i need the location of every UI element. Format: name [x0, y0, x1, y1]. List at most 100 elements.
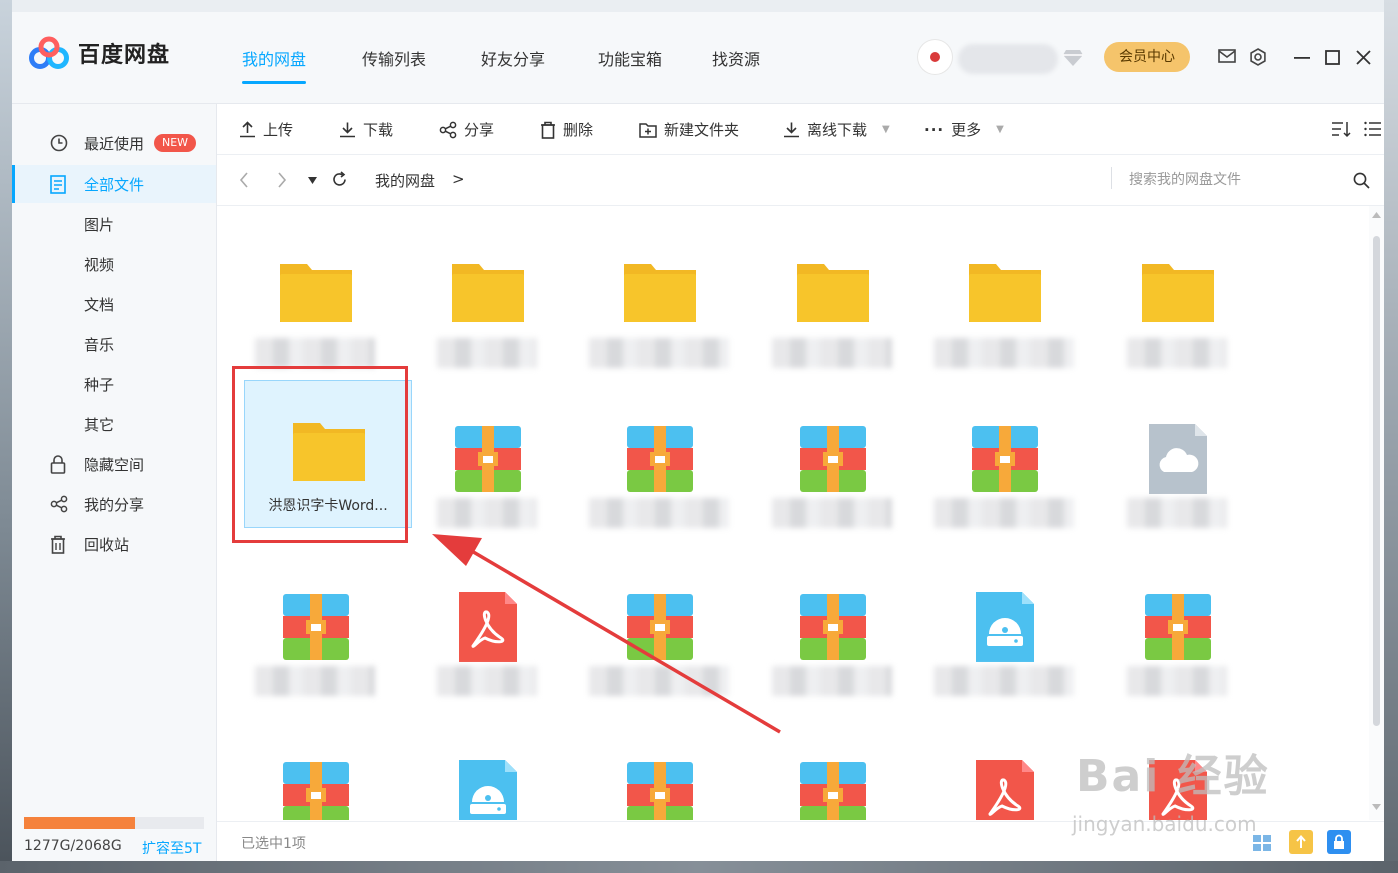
disc-file-item[interactable] [404, 726, 570, 820]
folder-file-item[interactable] [576, 222, 742, 372]
path-bar: 我的网盘 > [217, 155, 1384, 206]
file-name-blurred [1127, 338, 1227, 368]
sidebar-item-my-shares[interactable]: 我的分享 [12, 485, 216, 523]
pdf-file-item[interactable] [404, 558, 570, 708]
history-dropdown-icon[interactable] [308, 177, 317, 184]
share-button[interactable]: 分享 [439, 119, 494, 140]
baidu-netdisk-window: 百度网盘 我的网盘 传输列表 好友分享 功能宝箱 找资源 会员中心 最近使用 N… [12, 12, 1384, 861]
file-name-blurred [934, 498, 1074, 528]
archive-file-item[interactable] [576, 726, 742, 820]
archive-file-item[interactable] [404, 390, 570, 540]
sidebar-item-recent[interactable]: 最近使用 NEW [12, 124, 216, 162]
archive-file-item[interactable] [749, 390, 915, 540]
sidebar-item-music[interactable]: 音乐 [12, 325, 216, 363]
search-icon[interactable] [1353, 172, 1370, 189]
sidebar-item-all-files[interactable]: 全部文件 [12, 165, 216, 203]
upload-task-icon[interactable] [1289, 830, 1313, 854]
sidebar-item-label: 音乐 [84, 335, 115, 354]
archive-icon [966, 420, 1044, 498]
folder-icon [794, 252, 872, 330]
sort-icon[interactable] [1331, 121, 1351, 138]
minimize-icon[interactable] [1294, 56, 1310, 60]
sidebar-item-torrents[interactable]: 种子 [12, 365, 216, 403]
tab-toolbox[interactable]: 功能宝箱 [598, 46, 662, 70]
offline-download-button[interactable]: 离线下载 ▼ [783, 119, 890, 140]
folder-file-item[interactable] [749, 222, 915, 372]
username-blurred[interactable] [958, 44, 1058, 74]
more-button[interactable]: ··· 更多 ▼ [924, 119, 1004, 140]
delete-button[interactable]: 删除 [540, 119, 593, 140]
avatar[interactable] [918, 40, 952, 74]
tab-my-netdisk[interactable]: 我的网盘 [242, 46, 307, 84]
folder-file-item[interactable] [232, 222, 398, 372]
scroll-up-icon[interactable] [1372, 212, 1381, 218]
sidebar-item-other[interactable]: 其它 [12, 405, 216, 443]
upload-button[interactable]: 上传 [239, 119, 293, 140]
folder-icon [966, 252, 1044, 330]
file-name-blurred [437, 338, 537, 368]
pdf-icon [449, 588, 527, 666]
sidebar-item-label: 种子 [84, 375, 115, 394]
sidebar-item-label: 文档 [84, 295, 115, 314]
archive-icon [621, 420, 699, 498]
file-name-blurred [772, 338, 892, 368]
scrollbar-thumb[interactable] [1373, 236, 1380, 726]
file-name-blurred [1127, 666, 1227, 696]
file-name-blurred [589, 338, 729, 368]
maximize-icon[interactable] [1325, 50, 1340, 65]
breadcrumb-root[interactable]: 我的网盘 [375, 170, 435, 191]
folder-file-item[interactable] [921, 222, 1087, 372]
folder-icon [449, 252, 527, 330]
archive-icon [1139, 588, 1217, 666]
back-arrow-icon[interactable] [239, 172, 249, 188]
trash-icon [51, 535, 65, 554]
folder-file-item[interactable] [404, 222, 570, 372]
sidebar-item-documents[interactable]: 文档 [12, 285, 216, 323]
archive-icon [794, 420, 872, 498]
archive-file-item[interactable] [232, 726, 398, 820]
download-button[interactable]: 下载 [339, 119, 393, 140]
diamond-icon [1063, 50, 1083, 66]
archive-file-item[interactable] [576, 558, 742, 708]
toolbar: 上传 下载 分享 删除 新建文件夹 离线下载 ▼ ··· 更多 ▼ [217, 104, 1384, 155]
scroll-down-icon[interactable] [1372, 804, 1381, 810]
sidebar-item-recycle-bin[interactable]: 回收站 [12, 525, 216, 563]
refresh-icon[interactable] [331, 171, 348, 188]
archive-file-item[interactable] [576, 390, 742, 540]
storage-quota-bar [24, 817, 204, 829]
expand-storage-link[interactable]: 扩容至5T [142, 838, 201, 858]
pdf-file-item[interactable] [921, 726, 1087, 820]
file-name-blurred [437, 498, 537, 528]
forward-arrow-icon[interactable] [277, 172, 287, 188]
folder-file-item[interactable] [1094, 222, 1260, 372]
tab-find-resources[interactable]: 找资源 [712, 46, 760, 70]
sidebar-item-label: 我的分享 [84, 495, 145, 514]
sidebar-item-hidden-space[interactable]: 隐藏空间 [12, 445, 216, 483]
vertical-scrollbar[interactable] [1369, 206, 1384, 820]
tab-friend-share[interactable]: 好友分享 [481, 46, 545, 70]
close-icon[interactable] [1356, 50, 1371, 65]
archive-file-item[interactable] [749, 726, 915, 820]
share-label: 分享 [464, 121, 495, 139]
new-folder-button[interactable]: 新建文件夹 [639, 119, 739, 140]
mail-icon[interactable] [1218, 48, 1236, 64]
disc-file-item[interactable] [921, 558, 1087, 708]
archive-file-item[interactable] [749, 558, 915, 708]
sidebar-item-images[interactable]: 图片 [12, 205, 216, 243]
list-view-icon[interactable] [1364, 121, 1382, 137]
search-input[interactable] [1127, 166, 1331, 194]
vip-center-button[interactable]: 会员中心 [1104, 42, 1190, 72]
share-icon [439, 121, 457, 138]
grid-view-icon[interactable] [1252, 834, 1272, 852]
chevron-down-icon: ▼ [882, 124, 890, 135]
lock-task-icon[interactable] [1327, 830, 1351, 854]
archive-file-item[interactable] [1094, 558, 1260, 708]
archive-file-item[interactable] [921, 390, 1087, 540]
cloud-file-item[interactable] [1094, 390, 1260, 540]
archive-file-item[interactable] [232, 558, 398, 708]
sidebar-item-videos[interactable]: 视频 [12, 245, 216, 283]
file-name-blurred [589, 498, 729, 528]
file-name-blurred [255, 338, 375, 368]
tab-transfer-list[interactable]: 传输列表 [362, 46, 426, 70]
settings-gear-icon[interactable] [1249, 48, 1267, 66]
